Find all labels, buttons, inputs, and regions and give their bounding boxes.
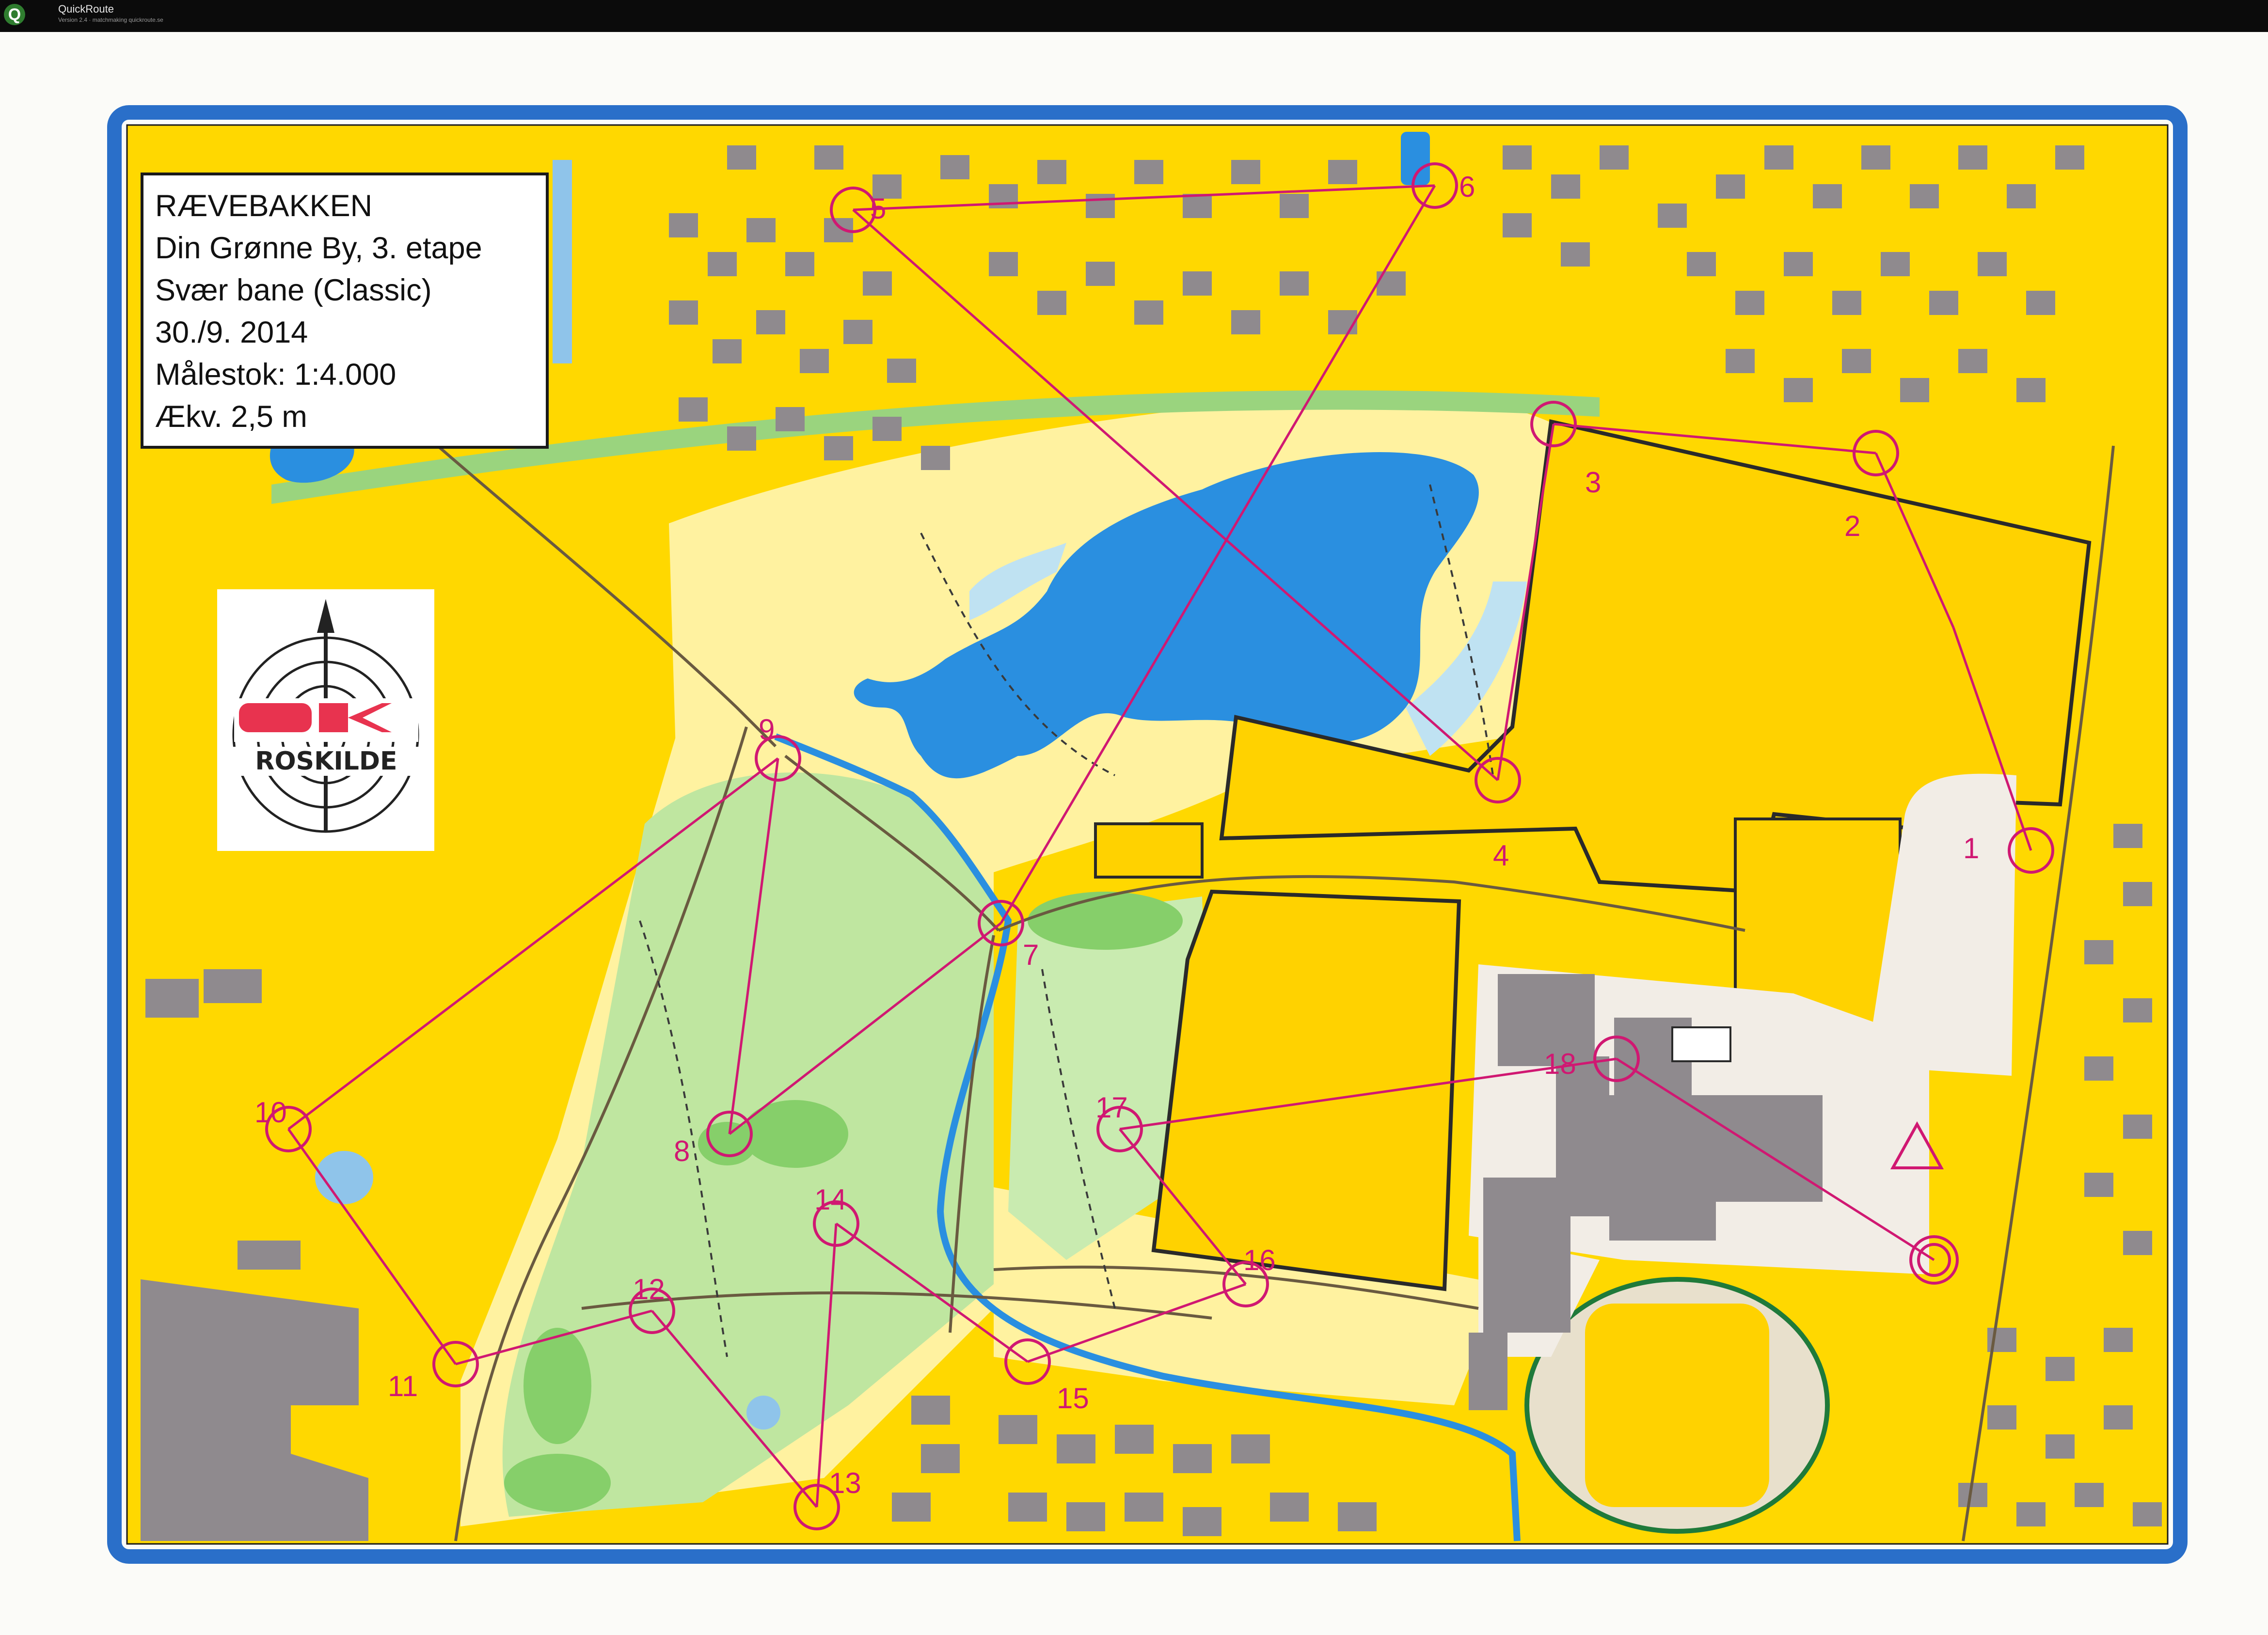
course-name: Svær bane (Classic) [155, 273, 432, 307]
control-number-7: 7 [1023, 939, 1039, 971]
forest-green-patch [1028, 892, 1183, 950]
quickroute-app-icon: Q [4, 4, 25, 25]
control-number-5: 5 [870, 192, 887, 225]
building [204, 969, 262, 1003]
event-name: Din Grønne By, 3. etape [155, 231, 482, 265]
control-number-12: 12 [633, 1273, 665, 1305]
building [1483, 1178, 1570, 1333]
building [238, 1241, 301, 1270]
control-number-16: 16 [1243, 1244, 1276, 1276]
forest-green-patch [523, 1328, 591, 1444]
control-number-4: 4 [1493, 839, 1509, 872]
app-subtitle: Version 2.4 · matchmaking quickroute.se [58, 16, 163, 23]
control-number-18: 18 [1544, 1048, 1576, 1080]
control-number-1: 1 [1963, 832, 1980, 865]
map-scale: Målestok: 1:4.000 [155, 358, 397, 392]
control-number-8: 8 [674, 1135, 690, 1167]
ok-roskilde-logo-graphic [232, 599, 419, 833]
pond [746, 1396, 780, 1430]
app-name: QuickRoute [58, 3, 114, 15]
building [1609, 1095, 1716, 1241]
control-number-11: 11 [388, 1370, 418, 1402]
club-logo-text: ROSKILDE [232, 747, 421, 776]
pond [553, 160, 572, 363]
control-number-2: 2 [1844, 510, 1861, 542]
control-number-6: 6 [1459, 171, 1475, 203]
orienteering-map[interactable]: 1 2 3 4 5 6 7 8 9 10 11 12 13 14 15 16 1… [0, 32, 2268, 1635]
building [145, 979, 199, 1018]
control-number-3: 3 [1585, 466, 1602, 499]
map-info-box: RÆVEBAKKEN Din Grønne By, 3. etape Svær … [141, 173, 549, 449]
sports-field [1094, 822, 1204, 879]
control-number-10: 10 [254, 1096, 287, 1129]
control-number-13: 13 [829, 1467, 861, 1499]
building [1469, 1333, 1507, 1410]
control-number-15: 15 [1057, 1382, 1089, 1415]
title-bar: Q QuickRoute Version 2.4 · matchmaking q… [0, 0, 2268, 32]
club-logo: ROSKILDE [217, 589, 434, 851]
event-date: 30./9. 2014 [155, 315, 308, 349]
control-number-17: 17 [1095, 1091, 1128, 1124]
control-number-9: 9 [759, 713, 775, 746]
building [1716, 1095, 1823, 1202]
building [1671, 1026, 1731, 1062]
control-number-14: 14 [814, 1183, 847, 1216]
forest-green-patch [504, 1454, 611, 1512]
sports-field [1151, 889, 1461, 1291]
contour-interval: Ækv. 2,5 m [155, 400, 307, 434]
forest-green-patch [742, 1100, 848, 1168]
map-title: RÆVEBAKKEN [155, 189, 373, 223]
stadium-field [1585, 1304, 1769, 1507]
